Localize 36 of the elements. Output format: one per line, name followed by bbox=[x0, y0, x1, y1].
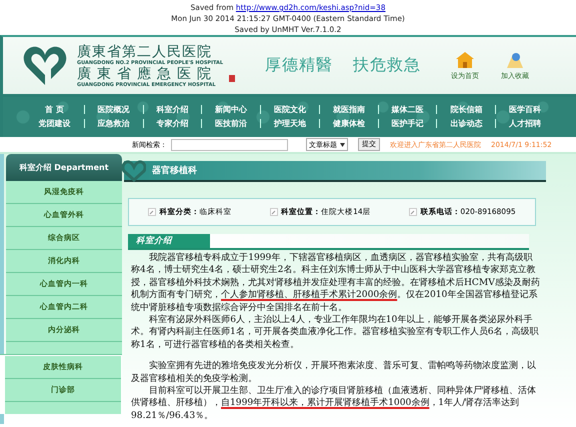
nav-link[interactable]: 医院文化 bbox=[260, 104, 319, 114]
search-field[interactable] bbox=[171, 138, 288, 150]
nav-link[interactable]: 党团建设 bbox=[25, 118, 84, 128]
hospital-name: 廣東省應急医院 bbox=[77, 66, 218, 82]
nav-link[interactable]: 护理天地 bbox=[260, 118, 319, 128]
nav-link[interactable]: 医技前沿 bbox=[201, 118, 260, 128]
nav-link[interactable]: 媒体二医 bbox=[378, 104, 436, 114]
nav-link[interactable]: 应急救治 bbox=[84, 118, 143, 128]
nav-link[interactable]: 医学百科 bbox=[495, 104, 554, 114]
body-paragraph: 我院器官移植专科成立于1999年，下辖器官移植病区，血透病区，器官移植实验室，共有高级职称4名，博士研究生4名，硕士研究生2名。科主任刘东博士师从于中山医科大学器官移植专家郑克立教授，器官移植外科技术娴熟，尤其对肾移植并发症处理有丰富的经验。在肾移植术后HCMV感染及耐药机制方面有专门研究，个人参加肾移植、肝移植手术累计2000余例。仅在2010年全国器官移植登记系统中肾脏移植专项数据综合评分中全国排名在前十名。 bbox=[131, 252, 541, 314]
nav-link[interactable]: 首 页 bbox=[25, 104, 84, 114]
caret-icon bbox=[340, 142, 345, 146]
nav-link[interactable]: 医院概况 bbox=[84, 104, 143, 114]
seal-icon bbox=[229, 75, 236, 82]
nav-link[interactable]: 出诊动态 bbox=[436, 118, 496, 128]
body-paragraph: 实验室拥有先进的雅培免疫发光分析仪，开展环孢素浓度、普乐可复、雷帕鸣等药物浓度监测，以及器官移植相关的免疫学检测。 bbox=[131, 360, 538, 386]
heart-icon bbox=[122, 160, 146, 182]
slogan: 厚德精醫 bbox=[265, 55, 334, 76]
slogan: 扶危救急 bbox=[353, 55, 422, 76]
nav-link[interactable]: 新闻中心 bbox=[201, 104, 260, 114]
sidebar-item[interactable] bbox=[6, 342, 122, 354]
body-paragraph: 科室有泌尿外科医师6人，主治以上4人，专业工作年限均在10年以上，能够开展各类泌尿外科手术。有肾内科副主任医师1名，可开展各类血液净化工作。器官移植实验室有专职工作人员6名，高级职称1名，可进行器官移植的各类相关检查。 bbox=[131, 314, 540, 352]
map-pin-icon bbox=[505, 50, 526, 68]
body-paragraph: 目前科室可以开展卫生部、卫生厅准入的诊疗项目肾脏移植（血液透析、同种异体尸肾移植、活体供肾移植、肝移植），自1999年开科以来，累计开展肾移植手术1000余例，1年人/肾存活率达到98.21％/96.43％。 bbox=[131, 385, 538, 422]
house-icon bbox=[455, 50, 476, 68]
sidebar-header: 科室介绍 Department bbox=[6, 154, 122, 181]
nav-link[interactable]: 院长信箱 bbox=[436, 104, 496, 114]
nav-link[interactable]: 科室介绍 bbox=[142, 104, 202, 114]
nav-link[interactable]: 专家介绍 bbox=[142, 118, 202, 128]
nav-link[interactable]: 健康体检 bbox=[318, 118, 378, 128]
section-title-bar: 器官移植科 bbox=[124, 161, 546, 182]
sidebar-item[interactable] bbox=[5, 402, 121, 414]
nav-link[interactable]: 人才招聘 bbox=[495, 118, 554, 128]
nav-link[interactable]: 就医指南 bbox=[318, 104, 378, 114]
nav-link[interactable]: 医护手记 bbox=[378, 118, 436, 128]
hospital-name: 廣東省第二人民医院 bbox=[77, 44, 213, 60]
